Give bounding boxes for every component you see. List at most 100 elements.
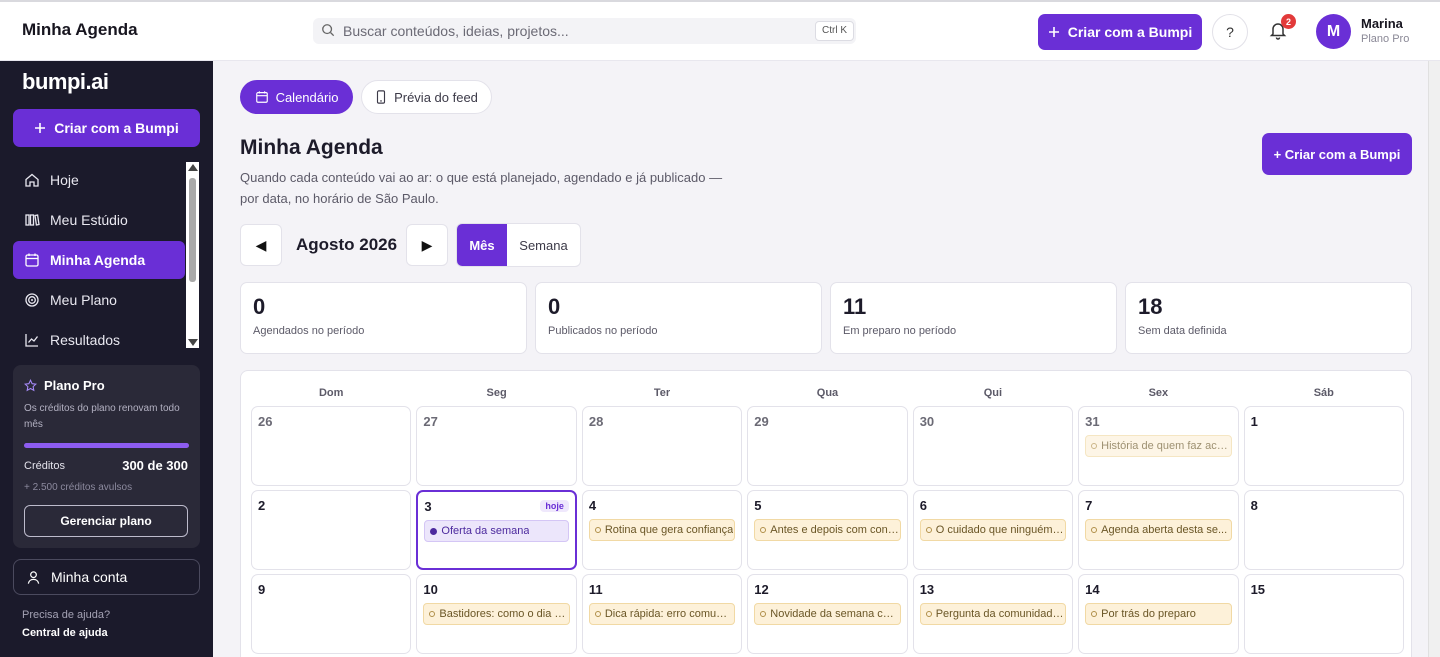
weekday-label: Qui: [983, 387, 1003, 399]
page-subtitle: Quando cada conteúdo vai ao ar: o que es…: [240, 170, 723, 206]
main-scrollbar[interactable]: [1428, 61, 1440, 657]
calendar-day[interactable]: 29: [747, 406, 908, 486]
sidebar-scrollbar[interactable]: [186, 162, 199, 348]
top-bar: Minha Agenda Ctrl K Criar com a Bumpi ? …: [0, 0, 1440, 61]
tab-previa-do-feed[interactable]: Prévia do feed: [361, 80, 492, 114]
scroll-up-icon[interactable]: [188, 164, 198, 171]
day-number: 11: [588, 582, 603, 597]
help-question: Precisa de ajuda?: [22, 609, 111, 621]
sidebar-item-hoje[interactable]: Hoje: [13, 161, 185, 199]
view-week-button[interactable]: Semana: [507, 224, 580, 266]
calendar-event[interactable]: Pergunta da comunidade...: [919, 603, 1067, 625]
calendar-day[interactable]: 7 Agenda aberta desta se...: [1078, 490, 1239, 570]
star-icon: [24, 379, 37, 392]
sidebar-item-label: Minha Agenda: [50, 252, 146, 268]
event-title: O cuidado que ninguém vê: [935, 524, 1066, 536]
scroll-thumb[interactable]: [189, 178, 196, 282]
stat-card: 18 Sem data definida: [1125, 282, 1412, 354]
calendar-icon: [255, 91, 268, 103]
status-dot-icon: [1091, 527, 1098, 533]
day-number: 13: [919, 582, 935, 597]
weekday-label: Ter: [653, 387, 671, 399]
my-account-button[interactable]: Minha conta: [13, 559, 200, 595]
user-name: Marina: [1361, 16, 1403, 31]
weekday-label: Dom: [318, 387, 344, 399]
calendar-day[interactable]: 12 Novidade da semana che...: [747, 574, 908, 654]
app-title: Minha Agenda: [22, 20, 138, 39]
calendar-day[interactable]: 27: [416, 406, 577, 486]
calendar-day[interactable]: 13 Pergunta da comunidade...: [912, 574, 1074, 654]
prev-month-button[interactable]: ◀: [240, 224, 282, 266]
sidebar-item-meu-plano[interactable]: Meu Plano: [13, 281, 185, 319]
next-month-button[interactable]: ▶: [406, 224, 448, 266]
stat-label: Sem data definida: [1138, 325, 1227, 337]
calendar-day[interactable]: 2: [251, 490, 412, 570]
calendar-day-today[interactable]: 3 hoje Oferta da semana: [416, 490, 577, 570]
stat-label: Publicados no período: [548, 325, 658, 337]
calendar-day[interactable]: 11 Dica rápida: erro comum ...: [581, 574, 743, 654]
main-create-button[interactable]: + Criar com a Bumpi: [1262, 133, 1412, 175]
stat-label: Em preparo no período: [843, 325, 957, 337]
calendar-day[interactable]: 14 Por trás do preparo: [1078, 574, 1239, 654]
calendar-event[interactable]: História de quem faz aco...: [1085, 435, 1232, 457]
calendar-event[interactable]: Novidade da semana che...: [754, 603, 901, 625]
calendar-event[interactable]: Por trás do preparo: [1085, 603, 1232, 625]
status-dot-icon: [1091, 443, 1098, 449]
sidebar-item-label: Meu Estúdio: [50, 212, 128, 228]
search-box[interactable]: Ctrl K: [313, 18, 856, 44]
status-dot-icon: [925, 611, 932, 617]
calendar-day[interactable]: 4 Rotina que gera confiança: [581, 490, 743, 570]
view-month-button[interactable]: Mês: [457, 224, 507, 266]
day-number: 6: [919, 498, 927, 513]
calendar-event[interactable]: Agenda aberta desta se...: [1085, 519, 1232, 541]
stat-card: 0 Publicados no período: [535, 282, 822, 354]
day-number: 28: [588, 414, 604, 429]
view-toggle: Mês Semana: [456, 223, 581, 267]
calendar-day[interactable]: 5 Antes e depois com cont...: [747, 490, 908, 570]
day-number: 9: [258, 582, 266, 597]
calendar-event[interactable]: Antes e depois com cont...: [754, 519, 901, 541]
status-dot-icon: [1091, 611, 1098, 617]
calendar-event[interactable]: Oferta da semana: [424, 520, 569, 542]
notification-badge: 2: [1281, 14, 1296, 29]
calendar-day[interactable]: 1: [1243, 406, 1404, 486]
avatar[interactable]: M: [1316, 14, 1351, 49]
tab-label: Prévia do feed: [394, 89, 478, 105]
create-with-bumpi-button[interactable]: Criar com a Bumpi: [1038, 14, 1202, 50]
brand-logo: bumpi.ai: [22, 69, 109, 94]
status-dot-icon: [925, 527, 932, 533]
event-title: Novidade da semana che...: [770, 608, 900, 620]
status-dot-icon: [430, 527, 438, 535]
calendar-event[interactable]: Bastidores: como o dia co...: [423, 603, 570, 625]
calendar-event[interactable]: Dica rápida: erro comum ...: [588, 603, 736, 625]
sidebar-item-resultados[interactable]: Resultados: [13, 321, 185, 359]
search-input[interactable]: [343, 21, 813, 41]
plus-icon: [35, 123, 46, 133]
weekday-label: Seg: [486, 387, 507, 399]
calendar-day[interactable]: 15: [1243, 574, 1404, 654]
scroll-down-icon[interactable]: [188, 339, 198, 346]
user-icon: [27, 570, 40, 584]
calendar-day[interactable]: 31 História de quem faz aco...: [1078, 406, 1239, 486]
chart-icon: [25, 334, 39, 347]
calendar-day[interactable]: 8: [1243, 490, 1404, 570]
calendar-event[interactable]: O cuidado que ninguém vê: [919, 519, 1067, 541]
calendar-day[interactable]: 9: [251, 574, 412, 654]
calendar-day[interactable]: 30: [912, 406, 1074, 486]
help-button[interactable]: ?: [1212, 14, 1248, 50]
day-number: 7: [1085, 498, 1093, 513]
calendar-day[interactable]: 26: [251, 406, 412, 486]
calendar-day[interactable]: 10 Bastidores: como o dia co...: [416, 574, 577, 654]
day-number: 14: [1085, 582, 1100, 597]
calendar-day[interactable]: 28: [581, 406, 743, 486]
day-number: 1: [1250, 414, 1258, 429]
calendar-event[interactable]: Rotina que gera confiança: [588, 519, 736, 541]
tab-calendario[interactable]: Calendário: [240, 80, 353, 114]
sidebar-item-meu-estudio[interactable]: Meu Estúdio: [13, 201, 185, 239]
sidebar-create-button[interactable]: Criar com a Bumpi: [13, 109, 200, 147]
search-icon: [322, 24, 335, 37]
sidebar-item-minha-agenda[interactable]: Minha Agenda: [13, 241, 185, 279]
help-center-link[interactable]: Central de ajuda: [22, 627, 108, 639]
calendar-day[interactable]: 6 O cuidado que ninguém vê: [912, 490, 1074, 570]
manage-plan-button[interactable]: Gerenciar plano: [24, 505, 188, 537]
